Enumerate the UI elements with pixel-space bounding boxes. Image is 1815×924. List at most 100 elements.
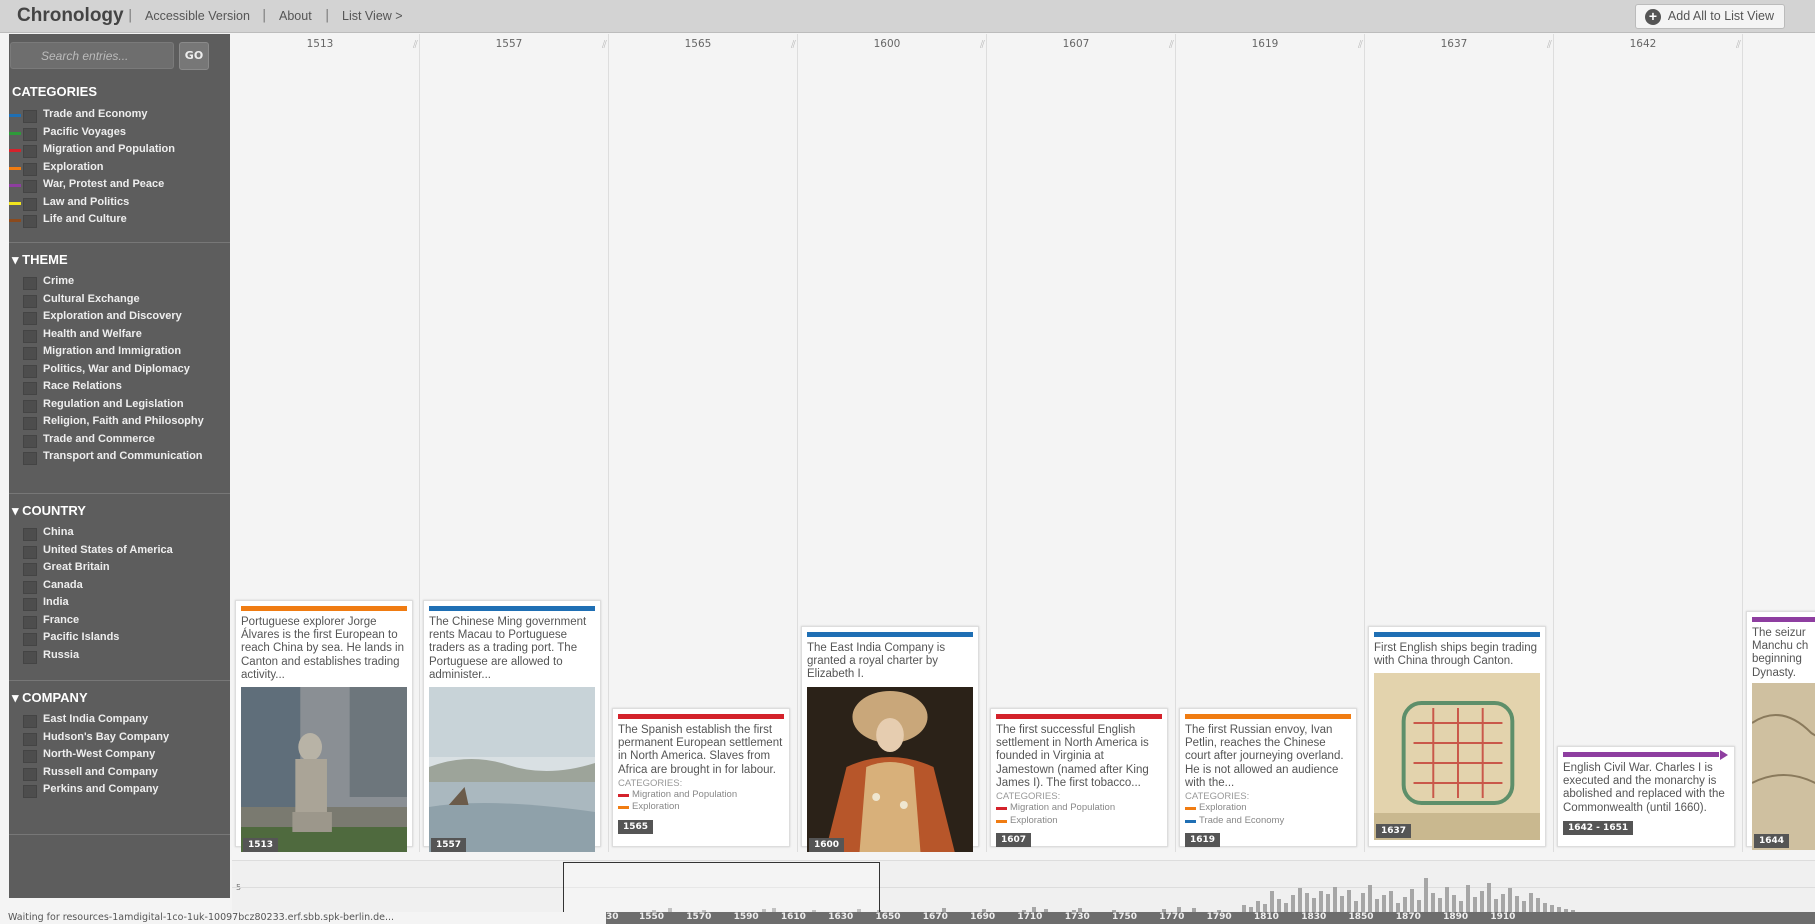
- checkbox[interactable]: [23, 277, 37, 290]
- theme-item[interactable]: Health and Welfare: [9, 326, 230, 344]
- timeline-entry-card[interactable]: Portuguese explorer Jorge Álvares is the…: [235, 600, 413, 852]
- checkbox[interactable]: [23, 785, 37, 798]
- theme-item[interactable]: Transport and Communication: [9, 448, 230, 466]
- checkbox[interactable]: [23, 364, 37, 378]
- company-item[interactable]: Hudson's Bay Company: [9, 729, 230, 747]
- theme-item[interactable]: Politics, War and Diplomacy: [9, 361, 230, 379]
- checkbox[interactable]: [23, 145, 37, 158]
- timeline-entry-card[interactable]: The Chinese Ming government rents Macau …: [423, 600, 601, 852]
- entry-image-elizabeth[interactable]: 1600: [807, 686, 973, 852]
- country-item[interactable]: Russia: [9, 647, 230, 665]
- timeline-entry-card[interactable]: The first successful English settlement …: [990, 708, 1168, 848]
- country-item[interactable]: France: [9, 612, 230, 630]
- entry-image-canton-map[interactable]: 1637: [1374, 673, 1540, 841]
- company-item[interactable]: Russell and Company: [9, 764, 230, 782]
- company-item[interactable]: North-West Company: [9, 746, 230, 764]
- checkbox[interactable]: [23, 732, 37, 746]
- histogram-bar: [1452, 895, 1456, 913]
- histogram-viewport-window[interactable]: [563, 862, 880, 913]
- nav-list-view[interactable]: List View >: [342, 9, 403, 23]
- timeline-entry-card[interactable]: The Spanish establish the first permanen…: [612, 708, 790, 847]
- country-item[interactable]: China: [9, 524, 230, 542]
- checkbox[interactable]: [23, 580, 37, 594]
- checkbox[interactable]: [23, 715, 37, 728]
- timeline-entry-card[interactable]: The East India Company is granted a roya…: [801, 626, 979, 852]
- checkbox[interactable]: [23, 347, 37, 360]
- company-item[interactable]: Perkins and Company: [9, 781, 230, 799]
- theme-item[interactable]: Religion, Faith and Philosophy: [9, 413, 230, 431]
- checkbox[interactable]: [23, 294, 37, 308]
- entry-summary: The seizur Manchu ch beginning Dynasty.: [1752, 627, 1809, 679]
- company-heading[interactable]: ▾ COMPANY: [12, 690, 88, 706]
- axis-tick-label: 1610: [780, 912, 806, 922]
- entry-image-statue[interactable]: 1513: [241, 687, 407, 852]
- category-item[interactable]: Migration and Population: [9, 141, 230, 159]
- histogram-bar: [1508, 888, 1512, 913]
- checkbox[interactable]: [23, 650, 37, 664]
- theme-item[interactable]: Regulation and Legislation: [9, 396, 230, 414]
- entry-image-macau[interactable]: 1557: [429, 687, 595, 852]
- entry-category-label: Migration and Population: [632, 788, 738, 800]
- theme-heading[interactable]: ▾ THEME: [12, 252, 68, 268]
- category-item[interactable]: Exploration: [9, 159, 230, 177]
- theme-item[interactable]: Crime: [9, 273, 230, 291]
- search-input[interactable]: [10, 42, 174, 69]
- column-year-label: 1637: [1440, 38, 1468, 50]
- checkbox[interactable]: [23, 767, 37, 781]
- checkbox[interactable]: [23, 434, 37, 448]
- theme-item[interactable]: Cultural Exchange: [9, 291, 230, 309]
- country-item[interactable]: Pacific Islands: [9, 629, 230, 647]
- checkbox[interactable]: [23, 180, 37, 193]
- checkbox[interactable]: [23, 127, 37, 141]
- entry-summary: English Civil War. Charles I is executed…: [1563, 762, 1725, 814]
- checkbox[interactable]: [23, 197, 37, 211]
- checkbox[interactable]: [23, 215, 37, 228]
- country-item[interactable]: United States of America: [9, 542, 230, 560]
- checkbox[interactable]: [23, 633, 37, 646]
- checkbox[interactable]: [23, 110, 37, 123]
- category-item[interactable]: Law and Politics: [9, 194, 230, 212]
- company-item[interactable]: East India Company: [9, 711, 230, 729]
- checkbox[interactable]: [23, 417, 37, 430]
- checkbox[interactable]: [23, 598, 37, 611]
- checkbox[interactable]: [23, 399, 37, 413]
- theme-item[interactable]: Exploration and Discovery: [9, 308, 230, 326]
- nav-about[interactable]: About: [279, 9, 312, 23]
- checkbox[interactable]: [23, 750, 37, 763]
- entry-category-label: Exploration: [1010, 814, 1058, 826]
- timeline-area[interactable]: ⫽ ⫽ ⫽ ⫽ ⫽ ⫽ ⫽ ⫽ 1513 1557 1565 1600 1607…: [232, 34, 1815, 852]
- timeline-entry-card[interactable]: First English ships begin trading with C…: [1368, 626, 1546, 847]
- timeline-overview-histogram[interactable]: 5: [232, 860, 1815, 913]
- checkbox[interactable]: [23, 563, 37, 576]
- timeline-entry-card[interactable]: English Civil War. Charles I is executed…: [1557, 746, 1735, 847]
- checkbox[interactable]: [23, 162, 37, 176]
- category-item[interactable]: Pacific Voyages: [9, 124, 230, 142]
- entry-year-badge: 1513: [243, 838, 279, 852]
- checkbox[interactable]: [23, 615, 37, 629]
- category-item[interactable]: War, Protest and Peace: [9, 176, 230, 194]
- country-item[interactable]: Canada: [9, 577, 230, 595]
- timeline-entry-card[interactable]: The seizur Manchu ch beginning Dynasty. …: [1746, 611, 1815, 850]
- nav-accessible-version[interactable]: Accessible Version: [145, 9, 250, 23]
- country-heading[interactable]: ▾ COUNTRY: [12, 503, 86, 519]
- theme-item[interactable]: Migration and Immigration: [9, 343, 230, 361]
- column-year-label: 1600: [873, 38, 901, 50]
- theme-item[interactable]: Trade and Commerce: [9, 431, 230, 449]
- checkbox[interactable]: [23, 329, 37, 343]
- checkbox[interactable]: [23, 312, 37, 325]
- search-go-button[interactable]: GO: [179, 42, 209, 70]
- category-item[interactable]: Trade and Economy: [9, 106, 230, 124]
- timeline-entry-card[interactable]: The first Russian envoy, Ivan Petlin, re…: [1179, 708, 1357, 848]
- category-color-swatch: [618, 793, 629, 797]
- checkbox[interactable]: [23, 382, 37, 395]
- app-title[interactable]: Chronology: [17, 5, 124, 27]
- entry-image-map[interactable]: 1644: [1751, 683, 1815, 850]
- category-item[interactable]: Life and Culture: [9, 211, 230, 229]
- add-all-to-list-view-button[interactable]: + Add All to List View: [1634, 4, 1785, 29]
- country-item[interactable]: Great Britain: [9, 559, 230, 577]
- checkbox[interactable]: [23, 452, 37, 465]
- checkbox[interactable]: [23, 545, 37, 559]
- country-item[interactable]: India: [9, 594, 230, 612]
- checkbox[interactable]: [23, 528, 37, 541]
- theme-item[interactable]: Race Relations: [9, 378, 230, 396]
